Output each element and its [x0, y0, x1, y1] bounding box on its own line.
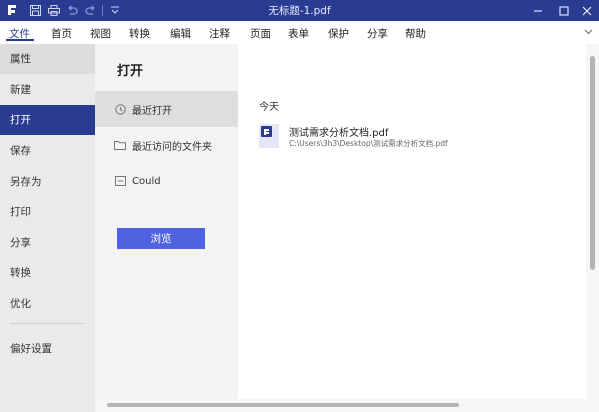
- horizontal-scroll-thumb[interactable]: [107, 403, 459, 407]
- sidebar-item-preferences[interactable]: 偏好设置: [0, 334, 95, 364]
- recent-file-item[interactable]: 测试需求分析文档.pdf C:\Users\3h3\Desktop\测试需求分析…: [259, 124, 559, 154]
- browse-button[interactable]: 浏览: [117, 228, 205, 249]
- menu-bar: 文件 首页 视图 转换 编辑 注释 页面 表单 保护 分享 帮助: [0, 21, 599, 45]
- recent-group-label: 今天: [259, 102, 279, 113]
- menu-convert[interactable]: 转换: [129, 26, 150, 41]
- menu-view[interactable]: 视图: [90, 26, 111, 41]
- sidebar-item-save-as[interactable]: 另存为: [0, 167, 95, 197]
- clock-icon: [114, 103, 126, 115]
- option-cloud-label: Could: [132, 175, 161, 187]
- menu-page[interactable]: 页面: [250, 26, 271, 41]
- recent-files-area: 今天 测试需求分析文档.pdf C:\Users\3h3\Desktop\测试需…: [238, 44, 586, 399]
- sidebar-item-properties[interactable]: 属性: [0, 44, 95, 74]
- horizontal-scrollbar[interactable]: [95, 399, 599, 412]
- folder-icon: [114, 139, 126, 151]
- sidebar-item-save[interactable]: 保存: [0, 136, 95, 166]
- collapse-ribbon-icon[interactable]: [584, 27, 593, 39]
- menu-home[interactable]: 首页: [51, 26, 72, 41]
- maximize-icon[interactable]: [552, 0, 576, 21]
- file-sidebar: 属性 新建 打开 保存 另存为 打印 分享 转换 优化 偏好设置: [0, 44, 95, 412]
- active-menu-underline: [6, 39, 34, 41]
- option-recent-folders[interactable]: 最近访问的文件夹: [95, 127, 238, 163]
- option-recent-label: 最近打开: [132, 105, 172, 117]
- option-recent-folders-label: 最近访问的文件夹: [132, 141, 212, 153]
- menu-protect[interactable]: 保护: [328, 26, 349, 41]
- sidebar-item-print[interactable]: 打印: [0, 197, 95, 227]
- recent-file-name: 测试需求分析文档.pdf: [289, 128, 389, 139]
- window-title: 无标题-1.pdf: [268, 5, 331, 17]
- cloud-icon: [114, 175, 126, 187]
- panel-heading: 打开: [117, 64, 144, 79]
- sidebar-divider: [10, 323, 84, 324]
- sidebar-item-convert[interactable]: 转换: [0, 258, 95, 288]
- menu-help[interactable]: 帮助: [405, 26, 426, 41]
- menu-share[interactable]: 分享: [367, 26, 388, 41]
- vertical-scrollbar[interactable]: [586, 44, 599, 399]
- menu-edit[interactable]: 编辑: [170, 26, 191, 41]
- menu-form[interactable]: 表单: [288, 26, 309, 41]
- menu-comment[interactable]: 注释: [209, 26, 230, 41]
- sidebar-item-optimize[interactable]: 优化: [0, 289, 95, 319]
- minimize-icon[interactable]: [526, 0, 550, 21]
- open-panel: 打开 最近打开 最近访问的文件夹 Could 浏览: [95, 44, 238, 399]
- vertical-scroll-thumb[interactable]: [590, 56, 595, 270]
- pdf-file-icon: [259, 124, 279, 148]
- sidebar-item-new[interactable]: 新建: [0, 75, 95, 105]
- title-bar: 无标题-1.pdf: [0, 0, 599, 21]
- sidebar-item-share[interactable]: 分享: [0, 228, 95, 258]
- sidebar-item-open[interactable]: 打开: [0, 105, 95, 135]
- recent-file-path: C:\Users\3h3\Desktop\测试需求分析文档.pdf: [289, 139, 448, 148]
- option-recent[interactable]: 最近打开: [95, 91, 238, 127]
- option-cloud[interactable]: Could: [95, 163, 238, 199]
- close-icon[interactable]: [575, 0, 599, 21]
